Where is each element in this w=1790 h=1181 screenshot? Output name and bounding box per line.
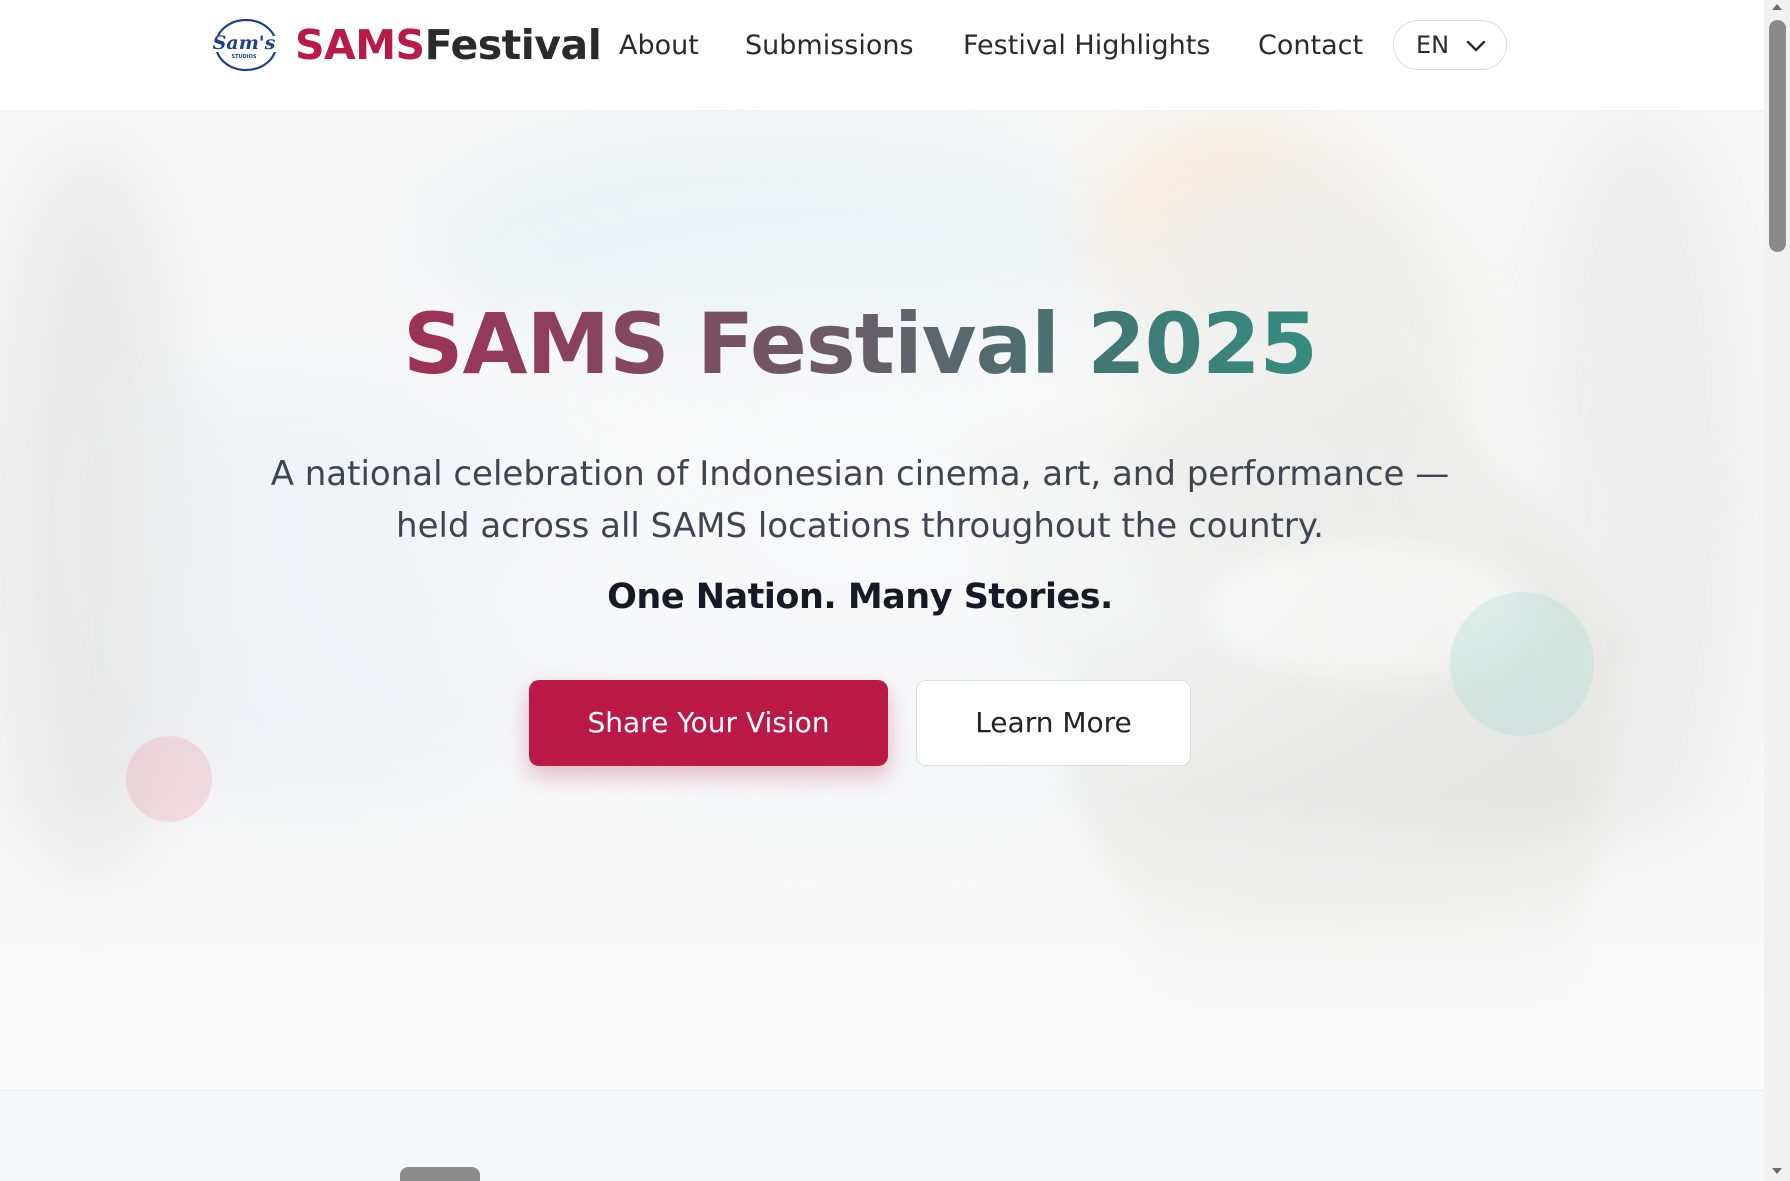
hero-section: SAMS Festival 2025 A national celebratio… bbox=[0, 110, 1764, 1090]
page-content: Sam's STUDIOS SAMSFestival About Submiss… bbox=[0, 0, 1764, 1181]
chevron-down-icon bbox=[1466, 40, 1486, 52]
decorative-circle-pink bbox=[126, 736, 212, 822]
nav-submissions[interactable]: Submissions bbox=[745, 26, 914, 66]
nav-festival-highlights[interactable]: Festival Highlights bbox=[963, 26, 1210, 66]
brand-wordmark[interactable]: SAMSFestival bbox=[295, 20, 602, 70]
brand-festival: Festival bbox=[424, 21, 602, 69]
scrollbar-thumb[interactable] bbox=[1769, 20, 1786, 252]
sams-studios-logo[interactable]: Sam's STUDIOS bbox=[208, 16, 280, 74]
page: Sam's STUDIOS SAMSFestival About Submiss… bbox=[0, 0, 1790, 1181]
nav-contact[interactable]: Contact bbox=[1258, 26, 1363, 66]
share-your-vision-button[interactable]: Share Your Vision bbox=[529, 680, 888, 766]
brand-sams: SAMS bbox=[295, 21, 425, 69]
hero-subtitle: A national celebration of Indonesian cin… bbox=[270, 454, 1450, 546]
vertical-scrollbar[interactable] bbox=[1764, 0, 1790, 1181]
learn-more-button[interactable]: Learn More bbox=[916, 680, 1191, 766]
hero-title: SAMS Festival 2025 bbox=[0, 294, 1720, 394]
language-selector[interactable]: EN bbox=[1393, 20, 1507, 70]
logo-subtext: STUDIOS bbox=[232, 54, 257, 60]
scroll-up-arrow-icon[interactable] bbox=[1771, 2, 1783, 12]
horizontal-scrollbar-thumb[interactable] bbox=[400, 1167, 480, 1181]
logo-wordmark: Sam's bbox=[213, 32, 276, 54]
hero-tagline: One Nation. Many Stories. bbox=[607, 577, 1113, 617]
language-value: EN bbox=[1416, 31, 1450, 59]
nav-about[interactable]: About bbox=[619, 26, 699, 66]
next-section bbox=[0, 1090, 1764, 1181]
scroll-down-arrow-icon[interactable] bbox=[1771, 1166, 1783, 1176]
site-header: Sam's STUDIOS SAMSFestival About Submiss… bbox=[0, 0, 1764, 110]
